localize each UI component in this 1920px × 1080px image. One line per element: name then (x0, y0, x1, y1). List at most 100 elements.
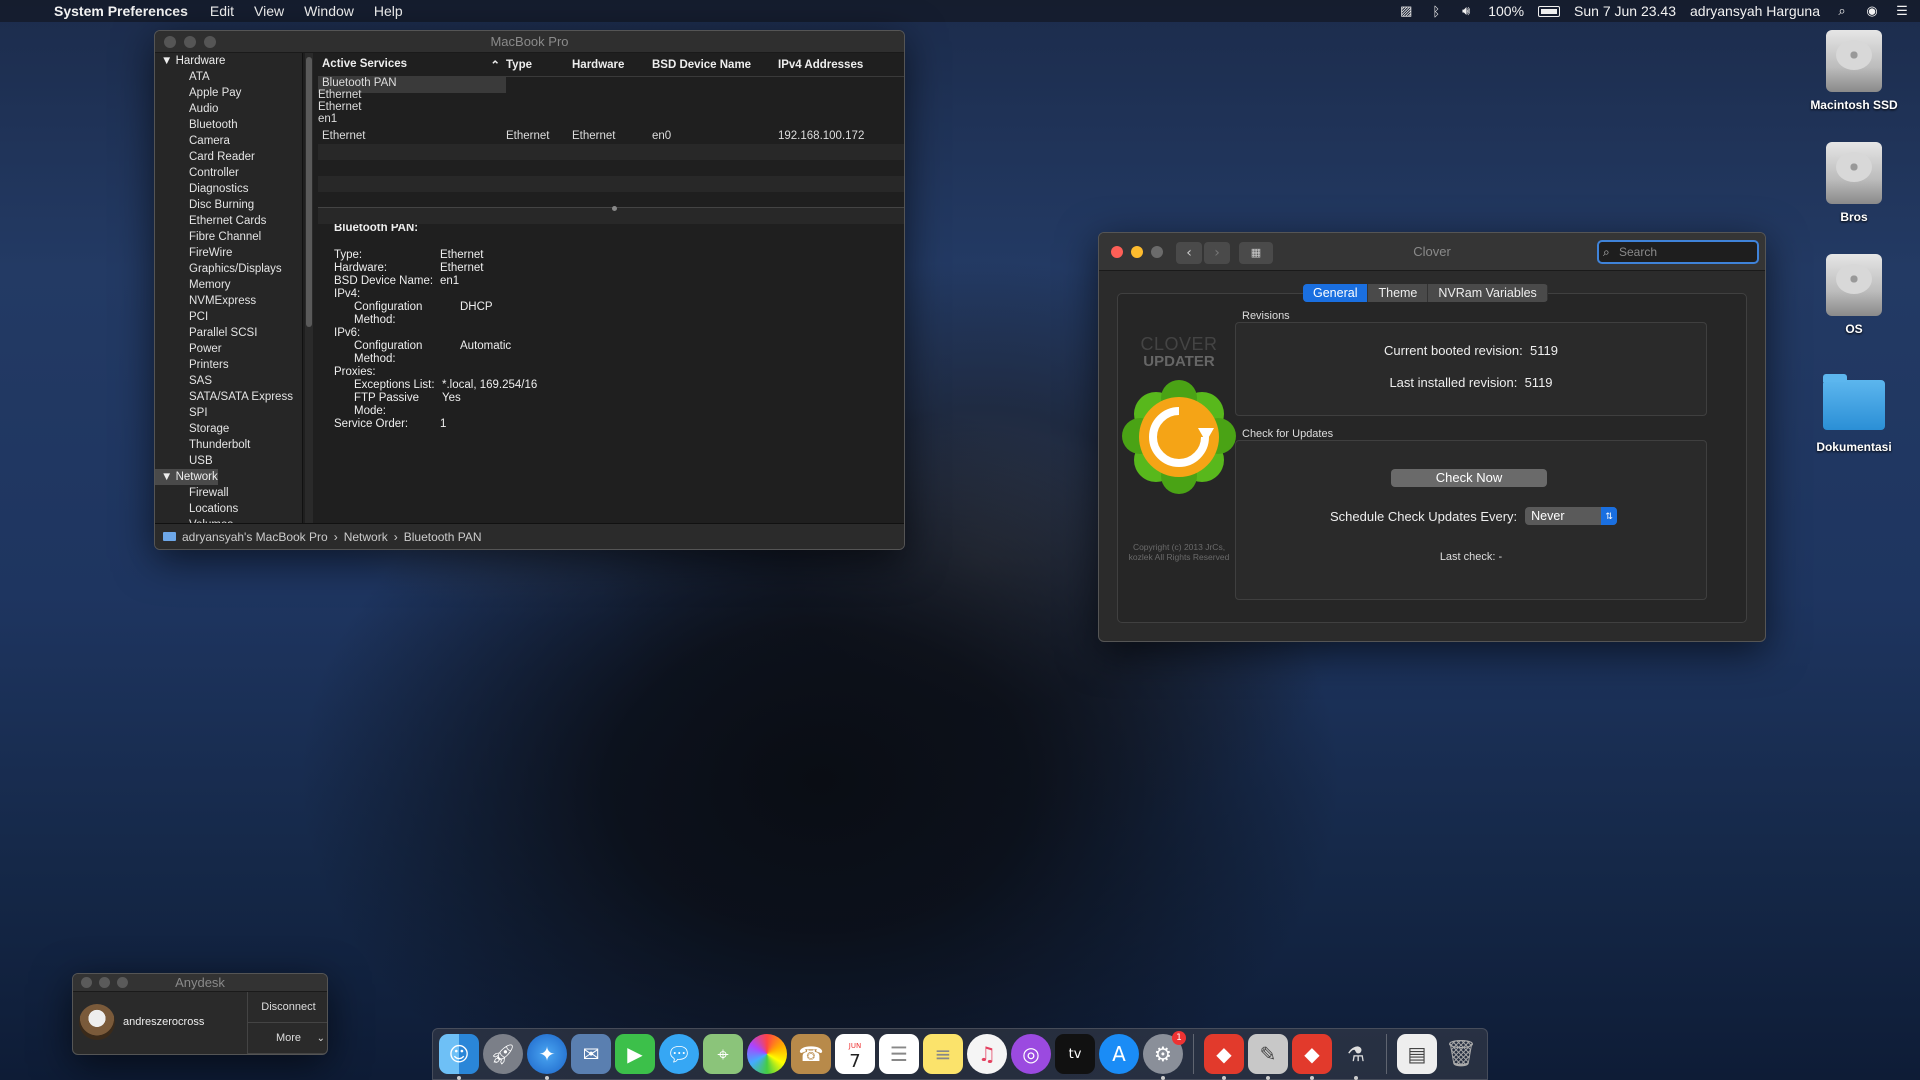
path-item-bluetooth-pan[interactable]: Bluetooth PAN (404, 530, 482, 544)
zoom-button[interactable] (117, 977, 128, 988)
finder-icon[interactable]: ☺ (439, 1034, 479, 1080)
sidebar-item[interactable]: SATA/SATA Express (155, 389, 302, 405)
sidebar-item[interactable]: Parallel SCSI (155, 325, 302, 341)
photos-icon[interactable] (747, 1034, 787, 1074)
app-store-icon[interactable]: A (1099, 1034, 1139, 1074)
text-edit-icon[interactable]: ✎ (1248, 1034, 1288, 1080)
sidebar-item[interactable]: Camera (155, 133, 302, 149)
sidebar-item[interactable]: Fibre Channel (155, 229, 302, 245)
sidebar-item[interactable]: Power (155, 341, 302, 357)
calendar-icon[interactable]: JUN 7 (835, 1034, 875, 1074)
desktop-icon-os[interactable]: OS (1799, 254, 1909, 336)
sidebar-item[interactable]: NVMExpress (155, 293, 302, 309)
menu-edit[interactable]: Edit (200, 3, 244, 19)
search-input[interactable]: ⌕ Search (1597, 240, 1759, 264)
volume-icon[interactable]: 🔊︎ (1458, 3, 1474, 18)
sidebar-item[interactable]: Graphics/Displays (155, 261, 302, 277)
sidebar-item[interactable]: Card Reader (155, 149, 302, 165)
zoom-button[interactable] (204, 36, 216, 48)
sidebar-item[interactable]: Diagnostics (155, 181, 302, 197)
sidebar-item[interactable]: FireWire (155, 245, 302, 261)
title-bar[interactable]: Anydesk (73, 974, 327, 992)
menu-window[interactable]: Window (294, 3, 364, 19)
table-row[interactable]: Bluetooth PAN Ethernet Ethernet en1 (318, 77, 506, 125)
battery-percent[interactable]: 100% (1488, 3, 1524, 19)
column-header-active-services[interactable]: Active Services ⌃ (318, 58, 506, 72)
scrollbar-thumb[interactable] (306, 57, 312, 327)
sidebar-item[interactable]: Storage (155, 421, 302, 437)
sidebar-item[interactable]: USB (155, 453, 302, 469)
sidebar-item[interactable]: Apple Pay (155, 85, 302, 101)
trash-icon[interactable]: 🗑︎ (1441, 1034, 1481, 1074)
minimize-button[interactable] (184, 36, 196, 48)
music-icon[interactable]: ♫ (967, 1034, 1007, 1074)
messages-icon[interactable]: 💬︎ (659, 1034, 699, 1074)
title-bar[interactable]: ‹ › ▦ Clover ⌕ Search (1099, 233, 1765, 271)
sidebar-item[interactable]: SPI (155, 405, 302, 421)
document-icon[interactable]: ▤ (1397, 1034, 1437, 1074)
minimize-button[interactable] (99, 977, 110, 988)
back-button[interactable]: ‹ (1176, 242, 1202, 264)
sidebar-header-network[interactable]: ▼ Network (155, 469, 218, 485)
system-preferences-icon[interactable]: ⚙ 1 (1143, 1031, 1186, 1080)
sidebar-item[interactable]: Thunderbolt (155, 437, 302, 453)
system-information-icon[interactable]: ⚗ (1336, 1034, 1376, 1080)
safari-icon[interactable]: ✦ (527, 1034, 567, 1080)
battery-icon[interactable] (1538, 5, 1561, 17)
schedule-select[interactable]: Never ⇅ (1525, 507, 1618, 525)
maps-icon[interactable]: ⌖ (703, 1034, 743, 1074)
tab-nvram-variables[interactable]: NVRam Variables (1428, 284, 1548, 302)
tab-general[interactable]: General (1303, 284, 1369, 302)
sidebar-header-hardware[interactable]: ▼ Hardware (155, 53, 302, 69)
podcasts-icon[interactable]: ◎ (1011, 1034, 1051, 1074)
forward-button[interactable]: › (1204, 242, 1230, 264)
desktop-icon-dokumentasi[interactable]: Dokumentasi (1799, 374, 1909, 454)
sidebar-item[interactable]: Printers (155, 357, 302, 373)
contacts-icon[interactable]: ☎ (791, 1034, 831, 1074)
more-button[interactable]: More ⌄ (248, 1023, 327, 1054)
sidebar-item-locations[interactable]: Locations (155, 501, 302, 517)
tab-theme[interactable]: Theme (1368, 284, 1429, 302)
split-view-handle[interactable] (612, 206, 617, 211)
check-now-button[interactable]: Check Now (1391, 469, 1547, 487)
sidebar-item[interactable]: Memory (155, 277, 302, 293)
zoom-button[interactable] (1151, 246, 1163, 258)
menu-app-name[interactable]: System Preferences (52, 3, 200, 19)
close-button[interactable] (164, 36, 176, 48)
launchpad-icon[interactable]: 🚀︎ (483, 1034, 523, 1074)
desktop-icon-bros[interactable]: Bros (1799, 142, 1909, 224)
minimize-button[interactable] (1131, 246, 1143, 258)
activity-monitor-icon[interactable]: ▨ (1398, 3, 1414, 18)
siri-icon[interactable]: ◉ (1864, 3, 1880, 18)
reminders-icon[interactable]: ☰ (879, 1034, 919, 1074)
facetime-icon[interactable]: ▶ (615, 1034, 655, 1074)
sidebar-item[interactable]: ATA (155, 69, 302, 85)
table-row[interactable]: Ethernet Ethernet Ethernet en0 192.168.1… (318, 128, 904, 144)
sidebar-scrollbar[interactable] (305, 53, 313, 525)
column-header-hardware[interactable]: Hardware (572, 59, 652, 71)
spotlight-search-icon[interactable]: ⌕ (1834, 3, 1850, 18)
anydesk-icon[interactable]: ◆ (1204, 1034, 1244, 1080)
notes-icon[interactable]: ≡ (923, 1034, 963, 1074)
menubar-user[interactable]: adryansyah Harguna (1690, 3, 1820, 19)
sidebar-item[interactable]: Bluetooth (155, 117, 302, 133)
sidebar-item[interactable]: PCI (155, 309, 302, 325)
path-item-network[interactable]: Network (344, 530, 388, 544)
disconnect-button[interactable]: Disconnect (248, 992, 327, 1023)
path-item-computer[interactable]: adryansyah's MacBook Pro (182, 530, 328, 544)
notification-center-icon[interactable]: ☰ (1894, 3, 1910, 18)
menubar-clock[interactable]: Sun 7 Jun 23.43 (1574, 3, 1676, 19)
sidebar-item[interactable]: Controller (155, 165, 302, 181)
menu-view[interactable]: View (244, 3, 294, 19)
close-button[interactable] (1111, 246, 1123, 258)
desktop-icon-macintosh-ssd[interactable]: Macintosh SSD (1799, 30, 1909, 112)
mail-preview-icon[interactable]: ✉ (571, 1034, 611, 1074)
title-bar[interactable]: MacBook Pro (155, 31, 904, 53)
sidebar-item-firewall[interactable]: Firewall (155, 485, 302, 501)
column-header-ipv4[interactable]: IPv4 Addresses (778, 59, 888, 71)
bluetooth-icon[interactable]: ᛒ (1428, 4, 1444, 19)
apple-tv-icon[interactable]: tv (1055, 1034, 1095, 1074)
show-all-grid-button[interactable]: ▦ (1239, 242, 1273, 264)
close-button[interactable] (81, 977, 92, 988)
sidebar-item[interactable]: Disc Burning (155, 197, 302, 213)
